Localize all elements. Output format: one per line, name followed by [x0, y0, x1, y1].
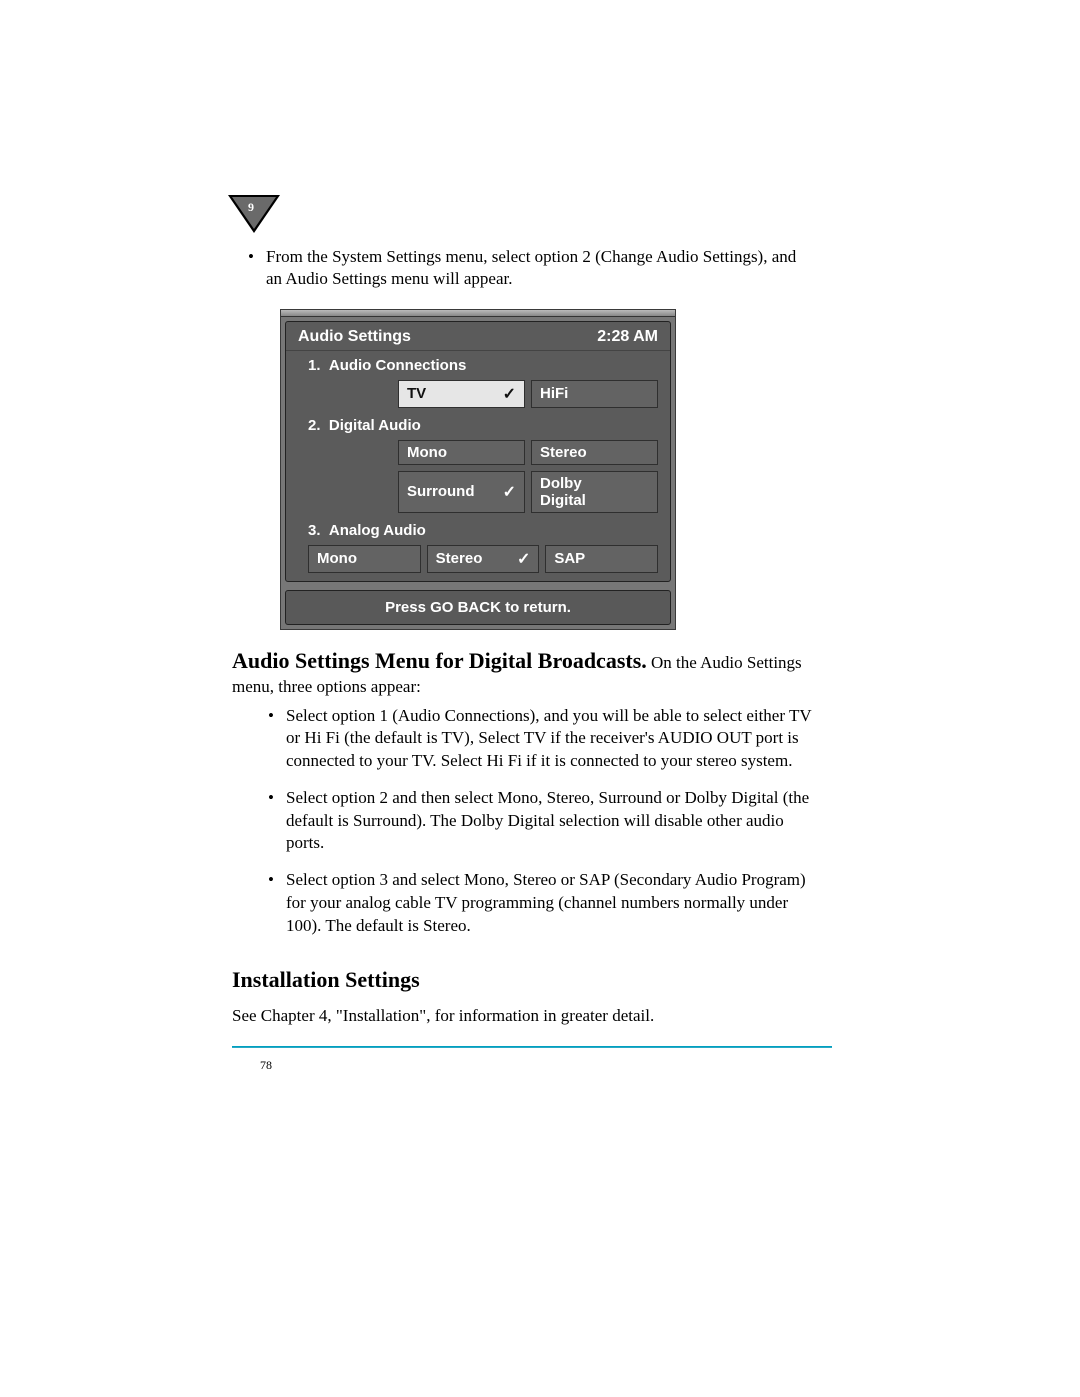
section-heading: Audio Settings Menu for Digital Broadcas… [232, 648, 647, 673]
audio-settings-screenshot: Audio Settings 2:28 AM 1. Audio Connecti… [280, 309, 676, 630]
section-1-number: 1. [308, 357, 321, 374]
option-stereo-digital[interactable]: Stereo [531, 440, 658, 465]
section-2-text: Digital Audio [329, 417, 421, 434]
section-3-number: 3. [308, 522, 321, 539]
chapter-marker-inner [232, 197, 276, 229]
detail-bullet-list: Select option 1 (Audio Connections), and… [232, 705, 812, 938]
panel-title: Audio Settings [298, 328, 411, 346]
option-tv[interactable]: TV ✓ [398, 380, 525, 408]
option-hifi-label: HiFi [540, 385, 568, 402]
option-mono-analog-label: Mono [317, 550, 357, 567]
detail-bullet-3: Select option 3 and select Mono, Stereo … [286, 869, 812, 937]
intro-bullet-list: From the System Settings menu, select op… [232, 246, 812, 291]
option-mono-analog[interactable]: Mono [308, 545, 421, 573]
option-stereo-analog[interactable]: Stereo ✓ [427, 545, 540, 573]
section-lead: Audio Settings Menu for Digital Broadcas… [232, 646, 812, 699]
panel-footer-hint: Press GO BACK to return. [285, 590, 671, 625]
section-3-text: Analog Audio [329, 522, 426, 539]
detail-bullet-2: Select option 2 and then select Mono, St… [286, 787, 812, 855]
panel-title-bar: Audio Settings 2:28 AM [286, 322, 670, 351]
content-column: From the System Settings menu, select op… [232, 246, 812, 1028]
section-3-label: 3. Analog Audio [286, 516, 670, 542]
screenshot-top-bezel [281, 310, 675, 317]
footer-rule [232, 1046, 832, 1047]
page-number: 78 [260, 1058, 272, 1073]
option-mono-digital-label: Mono [407, 444, 447, 461]
manual-page: 9 From the System Settings menu, select … [0, 0, 1080, 1397]
option-hifi[interactable]: HiFi [531, 380, 658, 408]
chapter-marker-triangle [228, 195, 280, 233]
section-1-text: Audio Connections [329, 357, 467, 374]
option-tv-label: TV [407, 385, 426, 402]
check-icon: ✓ [498, 482, 516, 502]
section-2-row1: Mono Stereo [286, 437, 670, 468]
check-icon: ✓ [498, 384, 516, 404]
detail-bullet-1: Select option 1 (Audio Connections), and… [286, 705, 812, 773]
section-2-label: 2. Digital Audio [286, 411, 670, 437]
option-stereo-digital-label: Stereo [540, 444, 587, 461]
panel-time: 2:28 AM [597, 328, 658, 346]
section-2-number: 2. [308, 417, 321, 434]
option-sap[interactable]: SAP [545, 545, 658, 573]
option-dolby-digital[interactable]: Dolby Digital [531, 471, 658, 513]
section-2-row2: Surround ✓ Dolby Digital [286, 468, 670, 516]
section-1-options: TV ✓ HiFi [286, 377, 670, 411]
option-dolby-digital-label: Dolby Digital [540, 475, 631, 509]
section-3-row: Mono Stereo ✓ SAP [286, 542, 670, 581]
option-surround[interactable]: Surround ✓ [398, 471, 525, 513]
installation-heading: Installation Settings [232, 967, 812, 993]
option-surround-label: Surround [407, 483, 475, 500]
intro-bullet: From the System Settings menu, select op… [266, 246, 812, 291]
audio-settings-panel: Audio Settings 2:28 AM 1. Audio Connecti… [285, 321, 671, 582]
installation-body: See Chapter 4, "Installation", for infor… [232, 1005, 812, 1028]
option-stereo-analog-label: Stereo [436, 550, 483, 567]
check-icon: ✓ [512, 549, 530, 569]
option-mono-digital[interactable]: Mono [398, 440, 525, 465]
option-sap-label: SAP [554, 550, 585, 567]
chapter-number: 9 [248, 200, 254, 215]
section-1-label: 1. Audio Connections [286, 351, 670, 377]
